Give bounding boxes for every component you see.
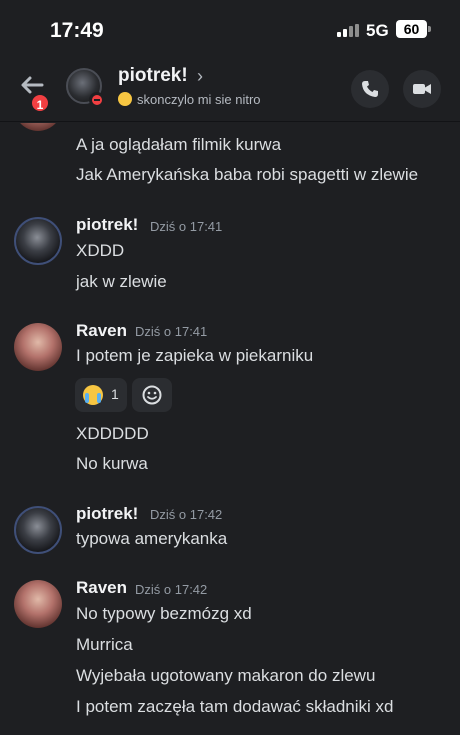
- message-timestamp: Dziś o 17:42: [150, 507, 223, 522]
- status-time: 17:49: [50, 19, 104, 42]
- message-author[interactable]: piotrek!: [76, 504, 138, 524]
- message-text: No kurwa: [76, 454, 148, 473]
- chevron-right-icon[interactable]: ›: [197, 66, 203, 87]
- status-bar: 17:49 5G 60: [0, 0, 460, 58]
- dnd-status-icon: [89, 92, 105, 108]
- phone-icon: [362, 81, 378, 97]
- message-text: No typowy bezmózg xd: [76, 604, 252, 623]
- message-text: Jak Amerykańska baba robi spagetti w zle…: [76, 165, 419, 184]
- chat-header: 1 piotrek! › skonczylo mi sie nitro: [0, 58, 460, 122]
- sob-emoji-icon: [83, 385, 103, 405]
- message-text: I potem zaczęła tam dodawać składniki xd: [76, 697, 394, 716]
- custom-status: skonczylo mi sie nitro: [118, 92, 261, 107]
- video-call-button[interactable]: [403, 70, 441, 108]
- message-text: XDDDDD: [76, 424, 149, 443]
- channel-name[interactable]: piotrek!: [118, 65, 188, 87]
- message-author[interactable]: piotrek!: [76, 215, 138, 235]
- message-text: jak w zlewie: [76, 272, 167, 291]
- avatar[interactable]: [14, 217, 62, 265]
- reaction-pill[interactable]: 1: [75, 378, 127, 412]
- battery-nub: [428, 26, 431, 32]
- signal-icon: [337, 24, 359, 37]
- message-list[interactable]: A ja oglądałam filmik kurwa Jak Amerykań…: [0, 123, 460, 735]
- network-label: 5G: [366, 21, 389, 40]
- add-reaction-button[interactable]: [132, 378, 172, 412]
- avatar[interactable]: [14, 323, 62, 371]
- voice-call-button[interactable]: [351, 70, 389, 108]
- message-text: I potem je zapieka w piekarniku: [76, 346, 314, 365]
- custom-status-text: skonczylo mi sie nitro: [137, 92, 261, 107]
- unread-badge: 1: [30, 93, 50, 113]
- message-timestamp: Dziś o 17:41: [135, 324, 208, 339]
- battery-icon: 60: [396, 20, 427, 38]
- avatar[interactable]: [14, 123, 62, 131]
- message-text: A ja oglądałam filmik kurwa: [76, 135, 282, 154]
- message-timestamp: Dziś o 17:42: [135, 582, 208, 597]
- add-reaction-icon: [142, 385, 162, 405]
- message-text: typowa amerykanka: [76, 529, 228, 548]
- reaction-count: 1: [111, 386, 119, 402]
- camera-icon: [413, 84, 431, 94]
- message-text: XDDD: [76, 241, 125, 260]
- message-author[interactable]: Raven: [76, 578, 127, 598]
- message-text: Wyjebała ugotowany makaron do zlewu: [76, 666, 376, 685]
- avatar[interactable]: [14, 580, 62, 628]
- smiley-emoji-icon: [118, 92, 132, 106]
- avatar[interactable]: [14, 506, 62, 554]
- message-author[interactable]: Raven: [76, 321, 127, 341]
- message-text: Murrica: [76, 635, 133, 654]
- message-timestamp: Dziś o 17:41: [150, 219, 223, 234]
